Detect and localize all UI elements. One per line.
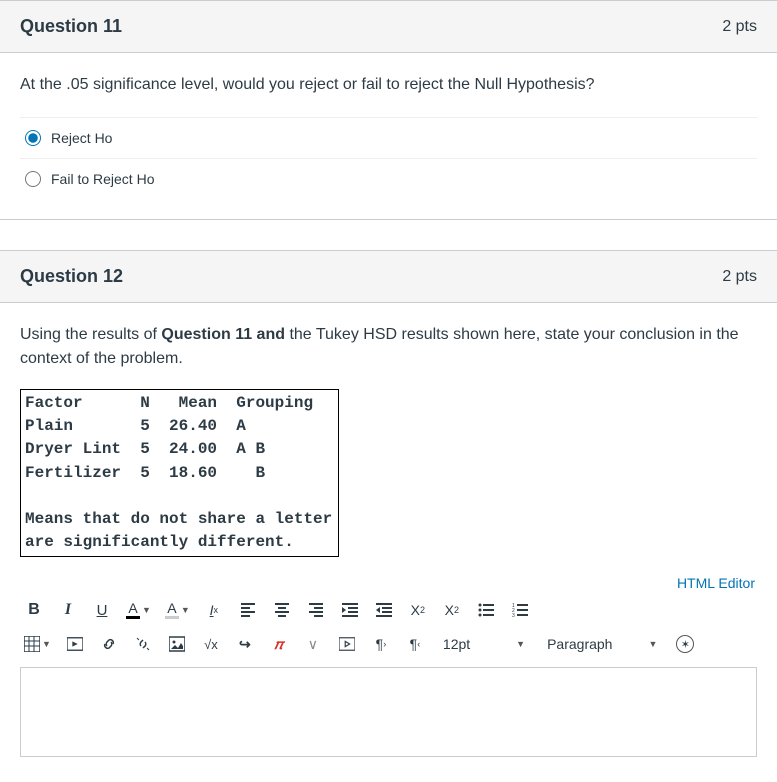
align-right-button[interactable] (306, 599, 326, 621)
question-body: At the .05 significance level, would you… (0, 53, 777, 219)
align-center-button[interactable] (272, 599, 292, 621)
rich-text-editor[interactable] (20, 667, 757, 757)
rtl-button[interactable]: ¶‹ (405, 633, 425, 655)
image-button[interactable] (167, 633, 187, 655)
answer-option-fail-to-reject[interactable]: Fail to Reject Ho (20, 159, 757, 199)
subscript-button[interactable]: X2 (442, 599, 462, 621)
editor-toolbar: B I U A▼ A▼ Ix X2 X2 123 ▼ √x ↪ 𝜋 ∨ (0, 593, 777, 667)
question-12: Question 12 2 pts Using the results of Q… (0, 250, 777, 757)
underline-button[interactable]: U (92, 599, 112, 621)
embed-button[interactable] (337, 633, 357, 655)
radio-fail[interactable] (25, 171, 41, 187)
question-header: Question 12 2 pts (0, 250, 777, 303)
bold-button[interactable]: B (24, 599, 44, 621)
question-text: Using the results of Question 11 and the… (20, 323, 757, 371)
media-button[interactable] (65, 633, 85, 655)
answer-label: Fail to Reject Ho (51, 171, 154, 187)
link-button[interactable] (99, 633, 119, 655)
ltr-button[interactable]: ¶› (371, 633, 391, 655)
unlink-button[interactable] (133, 633, 153, 655)
equation-button[interactable]: √x (201, 633, 221, 655)
svg-text:3: 3 (512, 613, 515, 618)
vee-button[interactable]: ∨ (303, 633, 323, 655)
font-color-button[interactable]: A▼ (126, 599, 151, 621)
html-editor-link[interactable]: HTML Editor (677, 575, 755, 591)
align-left-button[interactable] (238, 599, 258, 621)
indent-button[interactable] (374, 599, 394, 621)
table-button[interactable]: ▼ (24, 633, 51, 655)
answer-list: Reject Ho Fail to Reject Ho (20, 117, 757, 199)
insert-button[interactable]: ↪ (235, 633, 255, 655)
paragraph-dropdown[interactable]: Paragraph▼ (543, 636, 661, 652)
pi-button[interactable]: 𝜋 (269, 633, 289, 655)
answer-label: Reject Ho (51, 130, 112, 146)
tukey-results: Factor N Mean Grouping Plain 5 26.40 A D… (25, 392, 332, 554)
question-points: 2 pts (722, 268, 757, 286)
answer-option-reject[interactable]: Reject Ho (20, 118, 757, 159)
question-11: Question 11 2 pts At the .05 significanc… (0, 0, 777, 220)
bg-color-button[interactable]: A▼ (165, 599, 190, 621)
text-pre: Using the results of (20, 326, 161, 343)
tukey-results-box: Factor N Mean Grouping Plain 5 26.40 A D… (20, 389, 339, 557)
question-title: Question 11 (20, 16, 122, 37)
question-header: Question 11 2 pts (0, 0, 777, 53)
outdent-button[interactable] (340, 599, 360, 621)
question-text: At the .05 significance level, would you… (20, 73, 757, 97)
question-title: Question 12 (20, 266, 123, 287)
accessibility-button[interactable]: ✶ (675, 633, 695, 655)
font-size-dropdown[interactable]: 12pt▼ (439, 636, 529, 652)
question-body: Using the results of Question 11 and the… (0, 303, 777, 557)
question-points: 2 pts (722, 18, 757, 36)
italic-button[interactable]: I (58, 599, 78, 621)
superscript-button[interactable]: X2 (408, 599, 428, 621)
toolbar-row-1: B I U A▼ A▼ Ix X2 X2 123 (20, 593, 757, 627)
toolbar-row-2: ▼ √x ↪ 𝜋 ∨ ¶› ¶‹ 12pt▼ Paragraph▼ ✶ (20, 627, 757, 661)
text-bold: Question 11 and (161, 326, 285, 343)
bullet-list-button[interactable] (476, 599, 496, 621)
clear-formatting-button[interactable]: Ix (204, 599, 224, 621)
radio-reject[interactable] (25, 130, 41, 146)
numbered-list-button[interactable]: 123 (510, 599, 530, 621)
